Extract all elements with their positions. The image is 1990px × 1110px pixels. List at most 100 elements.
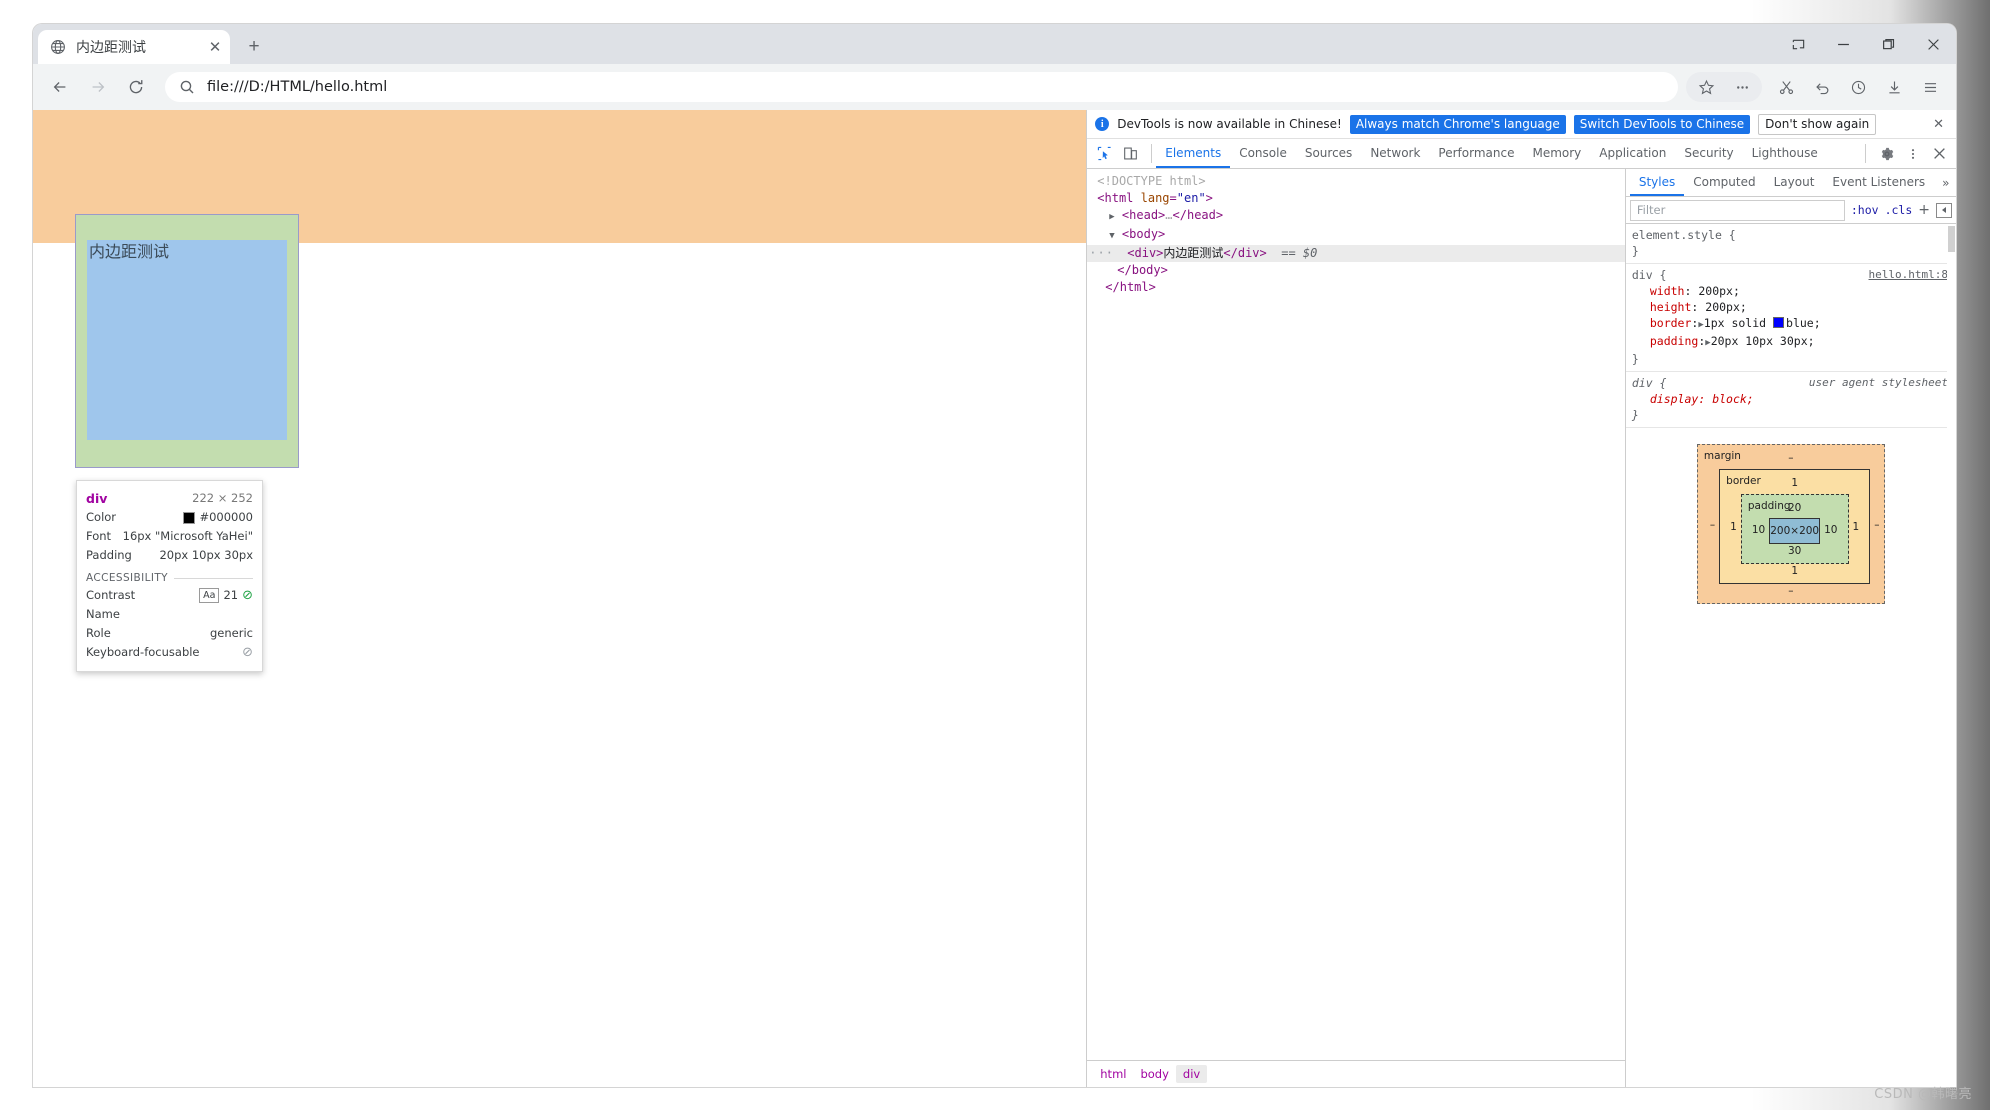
box-model-padding[interactable]: padding 20 10 200×200 10 30 xyxy=(1740,494,1849,564)
forward-button[interactable] xyxy=(83,72,113,102)
collapse-caret-icon[interactable]: ▼ xyxy=(1109,231,1114,241)
margin-bottom-value[interactable]: – xyxy=(1706,584,1876,598)
declaration-border[interactable]: border:▶1px solid blue; xyxy=(1632,315,1950,333)
breadcrumb-html[interactable]: html xyxy=(1093,1065,1133,1083)
css-rule-element-style[interactable]: element.style { } xyxy=(1625,224,1956,264)
back-button[interactable] xyxy=(45,72,75,102)
cast-icon[interactable] xyxy=(1776,24,1821,64)
prop-value[interactable]: 200px; xyxy=(1705,300,1747,314)
minimize-button[interactable] xyxy=(1821,24,1866,64)
tooltip-row-role: Role generic xyxy=(86,624,253,643)
expand-caret-icon[interactable]: ▶ xyxy=(1109,212,1114,222)
border-left-value[interactable]: 1 xyxy=(1726,519,1741,535)
dom-tree[interactable]: <!DOCTYPE html> <html lang="en"> ▶ <head… xyxy=(1087,169,1625,1060)
margin-right-value[interactable]: – xyxy=(1870,517,1883,533)
rule-source-link[interactable]: hello.html:8 xyxy=(1869,267,1948,283)
tab-application[interactable]: Application xyxy=(1590,139,1675,168)
hov-toggle[interactable]: :hov xyxy=(1851,203,1879,217)
banner-close-icon[interactable]: ✕ xyxy=(1929,117,1948,132)
margin-left-value[interactable]: – xyxy=(1706,517,1719,533)
tooltip-color-value: #000000 xyxy=(183,508,253,527)
viewport: 内边距测试 div 222 × 252 Color #000000 Font 1… xyxy=(33,110,1956,1087)
tab-styles[interactable]: Styles xyxy=(1629,169,1685,196)
browser-tab[interactable]: 内边距测试 ✕ xyxy=(38,30,230,64)
extensions-ellipsis-icon[interactable] xyxy=(1726,72,1758,102)
box-model-border[interactable]: border 1 1 padding 20 10 200×200 10 30 1… xyxy=(1719,469,1871,584)
close-devtools-icon[interactable] xyxy=(1928,143,1950,165)
tab-event-listeners[interactable]: Event Listeners xyxy=(1823,169,1934,196)
toggle-panel-icon[interactable] xyxy=(1936,202,1952,218)
search-icon xyxy=(179,79,195,95)
breadcrumb-body[interactable]: body xyxy=(1133,1065,1175,1083)
menu-hamburger-icon[interactable] xyxy=(1914,72,1946,102)
blue-color-swatch-icon[interactable] xyxy=(1773,317,1785,328)
border-right-value[interactable]: 1 xyxy=(1849,519,1864,535)
aa-badge: Aa xyxy=(199,588,220,603)
more-vertical-icon[interactable] xyxy=(1902,143,1924,165)
switch-to-chinese-button[interactable]: Switch DevTools to Chinese xyxy=(1573,114,1751,134)
dom-line[interactable]: <html lang="en"> xyxy=(1087,190,1625,207)
reload-button[interactable] xyxy=(121,72,151,102)
download-icon[interactable] xyxy=(1878,72,1910,102)
prop-value[interactable]: 1px solid xyxy=(1704,316,1766,330)
tab-computed[interactable]: Computed xyxy=(1684,169,1764,196)
prop-value[interactable]: 20px 10px 30px; xyxy=(1711,334,1815,348)
tab-network[interactable]: Network xyxy=(1361,139,1429,168)
declaration-height[interactable]: height: 200px; xyxy=(1632,299,1950,315)
padding-right-value[interactable]: 10 xyxy=(1820,522,1841,538)
css-rule-div-user-agent[interactable]: user agent stylesheet div { display: blo… xyxy=(1625,372,1956,428)
web-page-content[interactable]: 内边距测试 div 222 × 252 Color #000000 Font 1… xyxy=(33,110,1087,1087)
node-badge-dots[interactable]: ··· xyxy=(1089,245,1114,262)
prop-value-tail[interactable]: blue; xyxy=(1786,316,1821,330)
styles-scrollbar[interactable] xyxy=(1947,224,1956,1087)
tab-console[interactable]: Console xyxy=(1230,139,1296,168)
more-tabs-icon[interactable]: » xyxy=(1934,169,1956,196)
dom-line[interactable]: ▼ <body> xyxy=(1087,226,1625,245)
close-button[interactable] xyxy=(1911,24,1956,64)
dom-line-selected[interactable]: ··· <div>内边距测试</div> == $0 xyxy=(1087,245,1625,262)
scrollbar-thumb[interactable] xyxy=(1948,226,1955,252)
new-style-rule-button[interactable]: + xyxy=(1918,203,1930,217)
declaration-padding[interactable]: padding:▶20px 10px 30px; xyxy=(1632,333,1950,351)
new-tab-button[interactable]: + xyxy=(239,31,269,61)
history-clock-icon[interactable] xyxy=(1842,72,1874,102)
declaration-display[interactable]: display: block; xyxy=(1632,391,1950,407)
bookmark-star-icon[interactable] xyxy=(1690,72,1722,102)
breadcrumb-div[interactable]: div xyxy=(1175,1065,1208,1083)
box-model-margin[interactable]: margin – – border 1 1 padding 20 10 200×… xyxy=(1696,444,1885,604)
border-bottom-value[interactable]: 1 xyxy=(1726,564,1863,578)
dom-line[interactable]: </body> xyxy=(1087,262,1625,279)
tab-sources[interactable]: Sources xyxy=(1296,139,1361,168)
dom-line[interactable]: ▶ <head>…</head> xyxy=(1087,207,1625,226)
cls-toggle[interactable]: .cls xyxy=(1885,203,1913,217)
prop-value[interactable]: 200px; xyxy=(1698,284,1740,298)
styles-filter-input[interactable]: Filter xyxy=(1629,199,1845,221)
declaration-width[interactable]: width: 200px; xyxy=(1632,283,1950,299)
tab-lighthouse[interactable]: Lighthouse xyxy=(1743,139,1827,168)
tab-layout[interactable]: Layout xyxy=(1765,169,1824,196)
tooltip-row-keyboard: Keyboard-focusable ⊘ xyxy=(86,643,253,662)
dom-line[interactable]: </html> xyxy=(1087,279,1625,296)
dont-show-again-button[interactable]: Don't show again xyxy=(1758,113,1877,135)
css-rule-div-author[interactable]: hello.html:8 div { width: 200px; height:… xyxy=(1625,264,1956,372)
padding-left-value[interactable]: 10 xyxy=(1748,522,1769,538)
rule-source-user-agent: user agent stylesheet xyxy=(1808,376,1948,389)
padding-bottom-value[interactable]: 30 xyxy=(1748,544,1842,558)
tab-security[interactable]: Security xyxy=(1675,139,1742,168)
always-match-language-button[interactable]: Always match Chrome's language xyxy=(1349,114,1566,134)
tab-close-icon[interactable]: ✕ xyxy=(206,38,224,56)
box-model-content-size[interactable]: 200×200 xyxy=(1769,518,1821,544)
address-bar[interactable]: file:///D:/HTML/hello.html xyxy=(165,72,1678,102)
styles-tab-bar: Styles Computed Layout Event Listeners » xyxy=(1625,169,1956,197)
tab-elements[interactable]: Elements xyxy=(1156,139,1231,168)
padding-label: padding xyxy=(1747,500,1791,512)
settings-gear-icon[interactable] xyxy=(1876,143,1898,165)
maximize-button[interactable] xyxy=(1866,24,1911,64)
inspect-element-icon[interactable] xyxy=(1093,143,1115,165)
undo-icon[interactable] xyxy=(1806,72,1838,102)
scissors-icon[interactable] xyxy=(1770,72,1802,102)
device-toolbar-icon[interactable] xyxy=(1119,143,1141,165)
dom-line[interactable]: <!DOCTYPE html> xyxy=(1087,173,1625,190)
tab-memory[interactable]: Memory xyxy=(1523,139,1590,168)
tab-performance[interactable]: Performance xyxy=(1429,139,1523,168)
